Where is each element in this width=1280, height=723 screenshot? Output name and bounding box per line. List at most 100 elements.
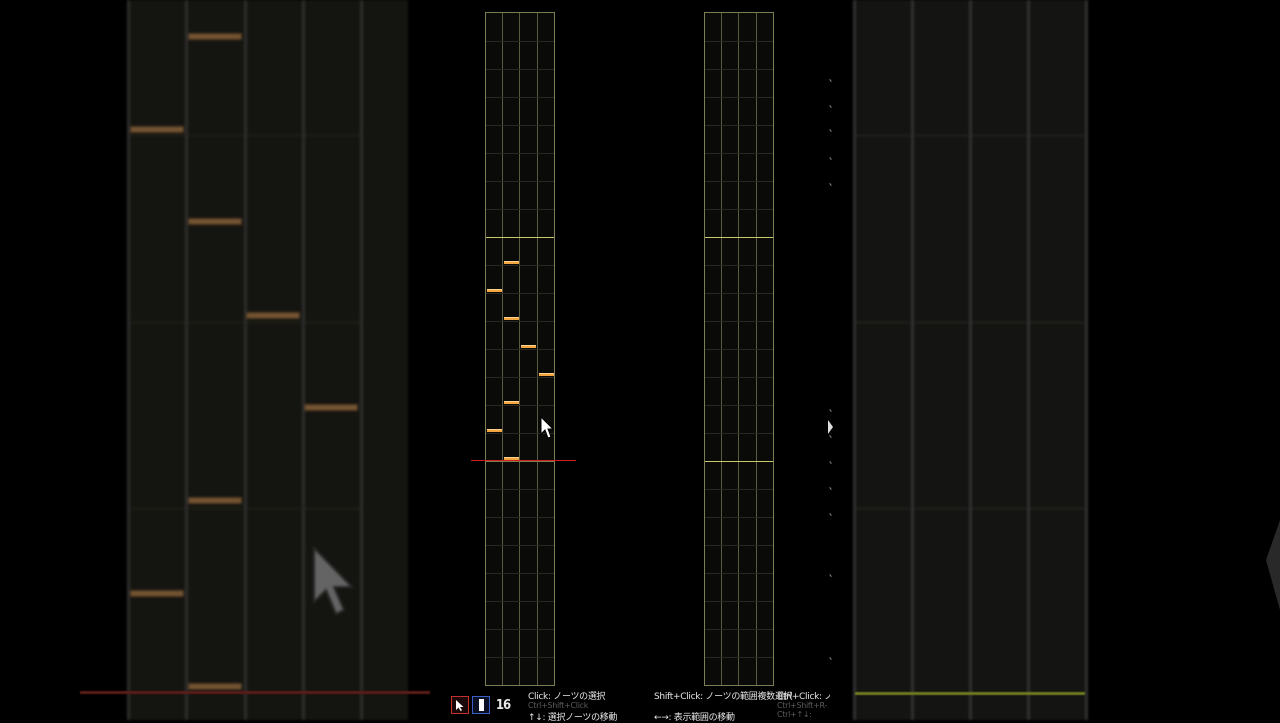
beat-line bbox=[705, 601, 773, 602]
beat-line bbox=[705, 489, 773, 490]
hint-ctrl-arrow: Ctrl+↑↓: bbox=[777, 710, 812, 719]
beat-line bbox=[486, 517, 554, 518]
judge-line bbox=[471, 460, 576, 461]
beat-line bbox=[705, 293, 773, 294]
beat-line bbox=[486, 97, 554, 98]
bg-chart-area bbox=[128, 0, 408, 720]
division-selector[interactable]: 16 bbox=[492, 696, 514, 714]
beat-line bbox=[486, 545, 554, 546]
measure-line bbox=[705, 461, 773, 462]
beat-line bbox=[705, 349, 773, 350]
bg-lane-line bbox=[302, 0, 305, 720]
bg-lane-line bbox=[185, 0, 188, 720]
scroll-tick bbox=[829, 573, 832, 578]
scroll-tick bbox=[829, 486, 832, 491]
beat-line bbox=[486, 209, 554, 210]
bg-beat-line bbox=[128, 322, 360, 323]
beat-line bbox=[486, 153, 554, 154]
beat-line bbox=[705, 97, 773, 98]
scroll-tick bbox=[829, 656, 832, 661]
note[interactable] bbox=[487, 429, 502, 432]
note[interactable] bbox=[539, 373, 554, 376]
bg-lane-line bbox=[969, 0, 972, 720]
hint-arrow-move-view: ←→: 表示範囲の移動 bbox=[654, 713, 735, 723]
bg-mouse-pointer-icon bbox=[313, 546, 355, 616]
hint-ctrl-shift-click: Ctrl+Shift+Click bbox=[528, 701, 589, 710]
beat-line bbox=[486, 573, 554, 574]
bg-note bbox=[246, 312, 300, 319]
beat-line bbox=[486, 41, 554, 42]
bg-note bbox=[188, 683, 242, 690]
beat-line bbox=[486, 489, 554, 490]
chart-preview-lanes[interactable] bbox=[704, 12, 774, 686]
beat-line bbox=[705, 629, 773, 630]
scroll-tick bbox=[829, 408, 832, 413]
beat-line bbox=[705, 377, 773, 378]
note[interactable] bbox=[504, 317, 519, 320]
scroll-tick bbox=[829, 182, 832, 187]
note[interactable] bbox=[504, 261, 519, 264]
beat-line bbox=[705, 433, 773, 434]
beat-line bbox=[486, 657, 554, 658]
bg-lane-line bbox=[853, 0, 856, 720]
measure-line bbox=[486, 237, 554, 238]
bg-beat-line bbox=[128, 135, 360, 136]
scroll-tick bbox=[829, 104, 832, 109]
beat-line bbox=[705, 69, 773, 70]
background-zoom-left bbox=[80, 0, 430, 720]
scroll-marker-icon bbox=[828, 420, 833, 434]
beat-line bbox=[486, 349, 554, 350]
beat-line bbox=[486, 629, 554, 630]
beat-line bbox=[705, 181, 773, 182]
beat-line bbox=[705, 517, 773, 518]
chart-editor-lanes[interactable] bbox=[485, 12, 555, 686]
beat-line bbox=[486, 69, 554, 70]
bg-beat-line bbox=[128, 508, 360, 509]
tool-select-button[interactable] bbox=[451, 696, 469, 714]
scroll-tick bbox=[829, 156, 832, 161]
bg-judge-line bbox=[80, 691, 430, 694]
scroll-tick bbox=[829, 434, 832, 439]
arrow-cursor-icon bbox=[456, 699, 464, 711]
bg-lane-line bbox=[244, 0, 247, 720]
scroll-tick bbox=[829, 512, 832, 517]
beat-line bbox=[705, 125, 773, 126]
bg-beat-line bbox=[853, 135, 1088, 136]
hint-ctrl-shift-r: Ctrl+Shift+R- bbox=[777, 701, 828, 710]
bg-note bbox=[188, 33, 242, 40]
note[interactable] bbox=[504, 401, 519, 404]
bg-note bbox=[130, 126, 184, 133]
bg-mouse-pointer-icon bbox=[1266, 520, 1280, 610]
beat-line bbox=[486, 601, 554, 602]
beat-line bbox=[705, 573, 773, 574]
beat-line bbox=[486, 405, 554, 406]
bg-measure-line bbox=[855, 692, 1085, 695]
bg-beat-line bbox=[853, 322, 1088, 323]
beat-line bbox=[486, 265, 554, 266]
bg-lane-line bbox=[1027, 0, 1030, 720]
bg-note bbox=[188, 218, 242, 225]
beat-line bbox=[705, 405, 773, 406]
beat-line bbox=[705, 41, 773, 42]
note[interactable] bbox=[521, 345, 536, 348]
measure-line bbox=[705, 237, 773, 238]
bg-note bbox=[188, 497, 242, 504]
beat-line bbox=[705, 265, 773, 266]
hint-arrow-move-notes: ↑↓: 選択ノーツの移動 bbox=[528, 713, 618, 723]
background-zoom-right bbox=[853, 0, 1088, 720]
beat-line bbox=[486, 181, 554, 182]
beat-line bbox=[705, 657, 773, 658]
beat-line bbox=[486, 377, 554, 378]
beat-line bbox=[486, 125, 554, 126]
note-bar-icon bbox=[478, 699, 484, 711]
hint-shift-click-range: Shift+Click: ノーツの範囲複数選択 bbox=[654, 692, 793, 702]
beat-line bbox=[705, 321, 773, 322]
note[interactable] bbox=[487, 289, 502, 292]
beat-line bbox=[705, 545, 773, 546]
beat-line bbox=[705, 209, 773, 210]
scroll-tick bbox=[829, 128, 832, 133]
bg-lane-line bbox=[911, 0, 914, 720]
scroll-tick bbox=[829, 460, 832, 465]
measure-line bbox=[486, 461, 554, 462]
tool-note-button[interactable] bbox=[472, 696, 490, 714]
